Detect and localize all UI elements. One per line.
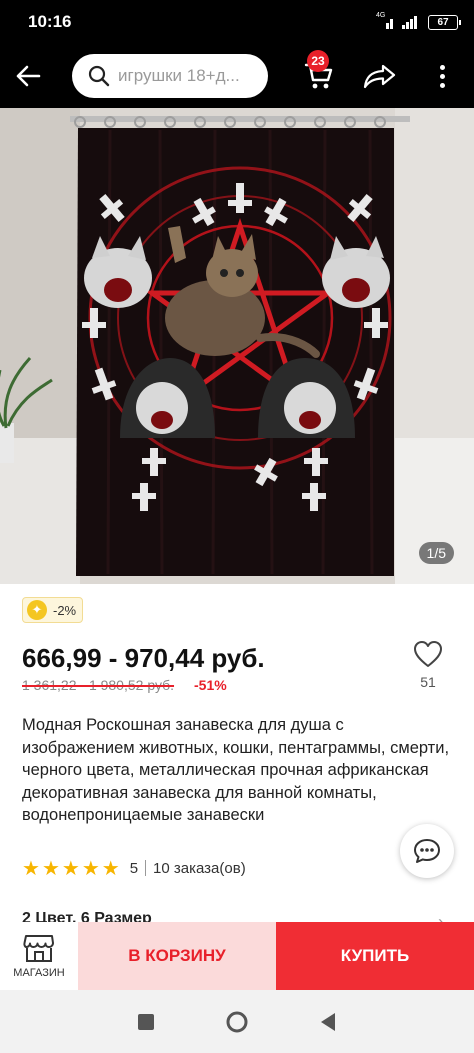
chat-bubble-icon xyxy=(414,839,440,863)
battery-level: 67 xyxy=(437,16,449,28)
square-icon xyxy=(137,1013,154,1030)
search-placeholder: игрушки 18+д... xyxy=(118,66,240,85)
coin-discount-badge: ✦ -2% xyxy=(22,597,84,623)
circle-icon xyxy=(226,1011,248,1032)
more-dot-icon xyxy=(439,73,445,79)
rating-divider xyxy=(145,860,147,876)
status-time: 10:16 xyxy=(28,12,72,31)
coin-icon: ✦ xyxy=(27,600,47,620)
status-icons: 4G 67 xyxy=(376,12,461,30)
battery-icon: 67 xyxy=(428,14,461,30)
image-counter: 1/5 xyxy=(418,542,454,564)
star-icon: ★ xyxy=(81,857,100,880)
cart-count-badge: 23 xyxy=(307,50,329,72)
nav-back-button[interactable] xyxy=(308,1002,348,1042)
back-arrow-icon xyxy=(16,65,41,87)
wishlist-count: 51 xyxy=(420,674,436,690)
chat-button[interactable] xyxy=(400,824,454,878)
discount-percent: -51% xyxy=(194,677,227,693)
store-icon xyxy=(23,935,54,962)
search-input[interactable]: игрушки 18+д... xyxy=(72,54,268,98)
buy-now-button[interactable]: КУПИТЬ xyxy=(276,922,474,990)
signal-bars-icon xyxy=(402,15,420,29)
wishlist-button[interactable]: 51 xyxy=(406,640,450,700)
top-toolbar: игрушки 18+д... 23 xyxy=(0,44,474,108)
coin-discount-text: -2% xyxy=(53,602,77,618)
triangle-back-icon xyxy=(321,1012,336,1031)
nav-home-button[interactable] xyxy=(217,1002,257,1042)
price-range: 666,99 - 970,44 руб. xyxy=(22,643,265,673)
store-button[interactable]: МАГАЗИН xyxy=(0,922,78,990)
add-to-cart-button[interactable]: В КОРЗИНУ xyxy=(78,922,276,990)
share-button[interactable] xyxy=(358,54,402,98)
bottom-action-bar: МАГАЗИН В КОРЗИНУ КУПИТЬ xyxy=(0,922,474,990)
cart-button[interactable]: 23 xyxy=(297,50,341,98)
system-nav-bar xyxy=(0,990,474,1053)
star-icon: ★ xyxy=(101,857,120,880)
star-icon: ★ xyxy=(41,857,60,880)
star-icon: ★ xyxy=(22,857,40,880)
signal-icon: 4G xyxy=(376,12,394,29)
more-dot-icon xyxy=(439,64,445,70)
network-type: 4G xyxy=(376,12,386,19)
orders-count: 10 заказа(ов) xyxy=(153,859,246,877)
nav-recents-button[interactable] xyxy=(126,1002,166,1042)
star-icon: ★ xyxy=(61,857,80,880)
heart-icon xyxy=(414,641,442,667)
product-title: Модная Роскошная занавеска для душа с из… xyxy=(22,716,450,824)
share-icon xyxy=(363,64,396,89)
rating-value: 5 xyxy=(129,859,139,877)
more-options-button[interactable] xyxy=(424,54,460,98)
search-icon xyxy=(88,65,110,87)
original-price: 1 361,22 - 1 980,52 руб. xyxy=(22,677,175,693)
store-label: МАГАЗИН xyxy=(13,967,65,979)
product-photo xyxy=(0,108,474,584)
rating-row[interactable]: ★ ★ ★ ★ ★ 5 10 заказа(ов) xyxy=(22,856,246,880)
status-bar: 10:16 4G 67 xyxy=(0,0,474,44)
back-button[interactable] xyxy=(0,44,56,108)
product-image-gallery[interactable]: 1/5 xyxy=(0,108,474,584)
more-dot-icon xyxy=(439,82,445,88)
rating-stars: ★ ★ ★ ★ ★ xyxy=(22,856,120,881)
